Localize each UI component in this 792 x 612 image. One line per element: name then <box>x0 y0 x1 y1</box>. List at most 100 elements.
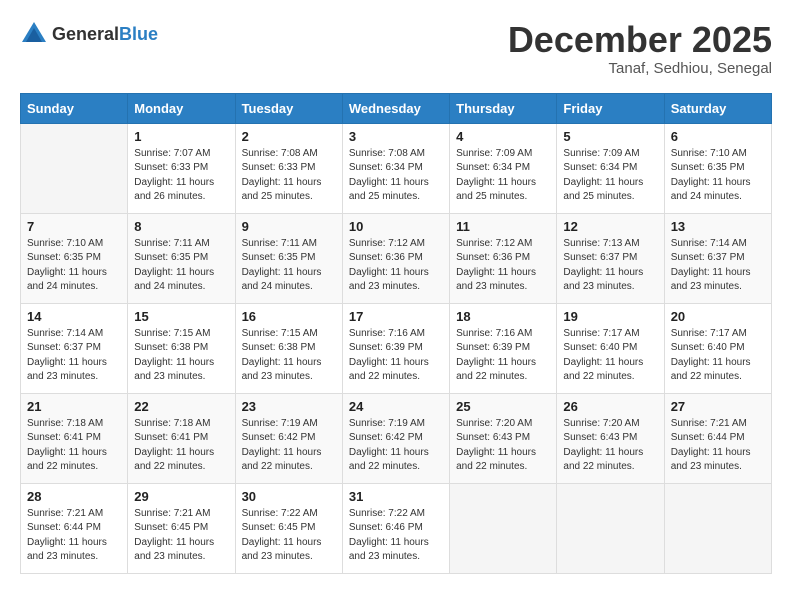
table-row: 18 Sunrise: 7:16 AMSunset: 6:39 PMDaylig… <box>450 303 557 393</box>
day-number: 18 <box>456 309 550 324</box>
calendar-week-row: 28 Sunrise: 7:21 AMSunset: 6:44 PMDaylig… <box>21 483 772 573</box>
header-monday: Monday <box>128 93 235 123</box>
table-row: 11 Sunrise: 7:12 AMSunset: 6:36 PMDaylig… <box>450 213 557 303</box>
table-row: 19 Sunrise: 7:17 AMSunset: 6:40 PMDaylig… <box>557 303 664 393</box>
calendar-week-row: 14 Sunrise: 7:14 AMSunset: 6:37 PMDaylig… <box>21 303 772 393</box>
day-number: 28 <box>27 489 121 504</box>
day-number: 17 <box>349 309 443 324</box>
table-row: 21 Sunrise: 7:18 AMSunset: 6:41 PMDaylig… <box>21 393 128 483</box>
header-sunday: Sunday <box>21 93 128 123</box>
day-info: Sunrise: 7:20 AMSunset: 6:43 PMDaylight:… <box>563 417 657 475</box>
day-info: Sunrise: 7:09 AMSunset: 6:34 PMDaylight:… <box>456 147 550 205</box>
header-thursday: Thursday <box>450 93 557 123</box>
calendar-table: Sunday Monday Tuesday Wednesday Thursday… <box>20 93 772 574</box>
day-number: 13 <box>671 219 765 234</box>
logo-text-general: General <box>52 24 119 44</box>
table-row: 24 Sunrise: 7:19 AMSunset: 6:42 PMDaylig… <box>342 393 449 483</box>
day-number: 20 <box>671 309 765 324</box>
table-row: 25 Sunrise: 7:20 AMSunset: 6:43 PMDaylig… <box>450 393 557 483</box>
table-row <box>21 123 128 213</box>
day-info: Sunrise: 7:18 AMSunset: 6:41 PMDaylight:… <box>27 417 121 475</box>
day-number: 2 <box>242 129 336 144</box>
day-info: Sunrise: 7:09 AMSunset: 6:34 PMDaylight:… <box>563 147 657 205</box>
calendar-week-row: 1 Sunrise: 7:07 AMSunset: 6:33 PMDayligh… <box>21 123 772 213</box>
table-row <box>450 483 557 573</box>
table-row: 31 Sunrise: 7:22 AMSunset: 6:46 PMDaylig… <box>342 483 449 573</box>
table-row <box>664 483 771 573</box>
header-friday: Friday <box>557 93 664 123</box>
table-row <box>557 483 664 573</box>
day-info: Sunrise: 7:08 AMSunset: 6:33 PMDaylight:… <box>242 147 336 205</box>
day-number: 5 <box>563 129 657 144</box>
day-info: Sunrise: 7:14 AMSunset: 6:37 PMDaylight:… <box>27 327 121 385</box>
logo: GeneralBlue <box>20 20 158 48</box>
day-info: Sunrise: 7:15 AMSunset: 6:38 PMDaylight:… <box>134 327 228 385</box>
day-info: Sunrise: 7:10 AMSunset: 6:35 PMDaylight:… <box>671 147 765 205</box>
day-number: 11 <box>456 219 550 234</box>
day-number: 26 <box>563 399 657 414</box>
day-number: 8 <box>134 219 228 234</box>
location-subtitle: Tanaf, Sedhiou, Senegal <box>508 60 772 77</box>
table-row: 29 Sunrise: 7:21 AMSunset: 6:45 PMDaylig… <box>128 483 235 573</box>
day-number: 16 <box>242 309 336 324</box>
day-info: Sunrise: 7:11 AMSunset: 6:35 PMDaylight:… <box>134 237 228 295</box>
table-row: 3 Sunrise: 7:08 AMSunset: 6:34 PMDayligh… <box>342 123 449 213</box>
day-number: 21 <box>27 399 121 414</box>
day-number: 30 <box>242 489 336 504</box>
day-info: Sunrise: 7:07 AMSunset: 6:33 PMDaylight:… <box>134 147 228 205</box>
day-number: 24 <box>349 399 443 414</box>
table-row: 22 Sunrise: 7:18 AMSunset: 6:41 PMDaylig… <box>128 393 235 483</box>
table-row: 16 Sunrise: 7:15 AMSunset: 6:38 PMDaylig… <box>235 303 342 393</box>
day-info: Sunrise: 7:12 AMSunset: 6:36 PMDaylight:… <box>456 237 550 295</box>
day-info: Sunrise: 7:08 AMSunset: 6:34 PMDaylight:… <box>349 147 443 205</box>
table-row: 6 Sunrise: 7:10 AMSunset: 6:35 PMDayligh… <box>664 123 771 213</box>
day-info: Sunrise: 7:11 AMSunset: 6:35 PMDaylight:… <box>242 237 336 295</box>
day-info: Sunrise: 7:15 AMSunset: 6:38 PMDaylight:… <box>242 327 336 385</box>
table-row: 26 Sunrise: 7:20 AMSunset: 6:43 PMDaylig… <box>557 393 664 483</box>
day-info: Sunrise: 7:16 AMSunset: 6:39 PMDaylight:… <box>456 327 550 385</box>
day-number: 10 <box>349 219 443 234</box>
day-number: 7 <box>27 219 121 234</box>
day-info: Sunrise: 7:17 AMSunset: 6:40 PMDaylight:… <box>671 327 765 385</box>
table-row: 15 Sunrise: 7:15 AMSunset: 6:38 PMDaylig… <box>128 303 235 393</box>
day-number: 27 <box>671 399 765 414</box>
header-tuesday: Tuesday <box>235 93 342 123</box>
header-saturday: Saturday <box>664 93 771 123</box>
day-number: 12 <box>563 219 657 234</box>
day-info: Sunrise: 7:10 AMSunset: 6:35 PMDaylight:… <box>27 237 121 295</box>
day-info: Sunrise: 7:22 AMSunset: 6:45 PMDaylight:… <box>242 507 336 565</box>
day-number: 31 <box>349 489 443 504</box>
table-row: 9 Sunrise: 7:11 AMSunset: 6:35 PMDayligh… <box>235 213 342 303</box>
day-number: 4 <box>456 129 550 144</box>
day-info: Sunrise: 7:13 AMSunset: 6:37 PMDaylight:… <box>563 237 657 295</box>
table-row: 10 Sunrise: 7:12 AMSunset: 6:36 PMDaylig… <box>342 213 449 303</box>
table-row: 23 Sunrise: 7:19 AMSunset: 6:42 PMDaylig… <box>235 393 342 483</box>
day-info: Sunrise: 7:17 AMSunset: 6:40 PMDaylight:… <box>563 327 657 385</box>
page-header: GeneralBlue December 2025 Tanaf, Sedhiou… <box>20 20 772 77</box>
day-number: 1 <box>134 129 228 144</box>
day-info: Sunrise: 7:14 AMSunset: 6:37 PMDaylight:… <box>671 237 765 295</box>
table-row: 20 Sunrise: 7:17 AMSunset: 6:40 PMDaylig… <box>664 303 771 393</box>
day-info: Sunrise: 7:16 AMSunset: 6:39 PMDaylight:… <box>349 327 443 385</box>
table-row: 14 Sunrise: 7:14 AMSunset: 6:37 PMDaylig… <box>21 303 128 393</box>
table-row: 12 Sunrise: 7:13 AMSunset: 6:37 PMDaylig… <box>557 213 664 303</box>
table-row: 2 Sunrise: 7:08 AMSunset: 6:33 PMDayligh… <box>235 123 342 213</box>
calendar-header-row: Sunday Monday Tuesday Wednesday Thursday… <box>21 93 772 123</box>
day-info: Sunrise: 7:21 AMSunset: 6:44 PMDaylight:… <box>27 507 121 565</box>
day-number: 15 <box>134 309 228 324</box>
day-info: Sunrise: 7:20 AMSunset: 6:43 PMDaylight:… <box>456 417 550 475</box>
logo-icon <box>20 20 48 48</box>
day-number: 19 <box>563 309 657 324</box>
table-row: 17 Sunrise: 7:16 AMSunset: 6:39 PMDaylig… <box>342 303 449 393</box>
day-info: Sunrise: 7:21 AMSunset: 6:44 PMDaylight:… <box>671 417 765 475</box>
day-info: Sunrise: 7:19 AMSunset: 6:42 PMDaylight:… <box>242 417 336 475</box>
day-info: Sunrise: 7:12 AMSunset: 6:36 PMDaylight:… <box>349 237 443 295</box>
table-row: 1 Sunrise: 7:07 AMSunset: 6:33 PMDayligh… <box>128 123 235 213</box>
table-row: 5 Sunrise: 7:09 AMSunset: 6:34 PMDayligh… <box>557 123 664 213</box>
table-row: 13 Sunrise: 7:14 AMSunset: 6:37 PMDaylig… <box>664 213 771 303</box>
calendar-week-row: 21 Sunrise: 7:18 AMSunset: 6:41 PMDaylig… <box>21 393 772 483</box>
logo-text-blue: Blue <box>119 24 158 44</box>
day-number: 6 <box>671 129 765 144</box>
day-info: Sunrise: 7:22 AMSunset: 6:46 PMDaylight:… <box>349 507 443 565</box>
table-row: 27 Sunrise: 7:21 AMSunset: 6:44 PMDaylig… <box>664 393 771 483</box>
